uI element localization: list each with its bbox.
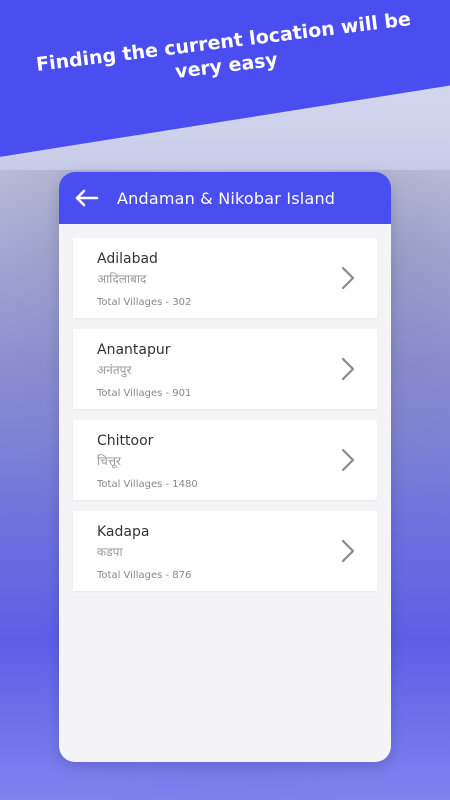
list-item-kadapa[interactable]: Kadapa कडपा Total Villages - 876: [73, 511, 377, 591]
village-count-label: Total Villages -: [97, 479, 173, 490]
district-name: Adilabad: [97, 251, 158, 267]
chevron-right-icon: [341, 539, 355, 563]
list-item-chittoor[interactable]: Chittoor चित्तूर Total Villages - 1480: [73, 420, 377, 500]
chevron-right-icon: [341, 266, 355, 290]
district-local-name: कडपा: [97, 545, 123, 559]
district-name: Kadapa: [97, 524, 150, 540]
village-count-label: Total Villages -: [97, 388, 173, 399]
district-local-name: अनंतपुर: [97, 363, 132, 377]
village-count-value: 302: [172, 297, 192, 308]
district-name: Chittoor: [97, 433, 154, 449]
district-local-name: आदिलाबाद: [97, 272, 147, 286]
district-local-name: चित्तूर: [97, 454, 121, 468]
district-list: Adilabad आदिलाबाद Total Villages - 302 A…: [59, 224, 391, 591]
village-count-label: Total Villages -: [97, 297, 173, 308]
village-count-value: 901: [172, 388, 192, 399]
village-count: Total Villages - 302: [97, 296, 377, 309]
arrow-left-icon[interactable]: [73, 188, 99, 208]
village-count-label: Total Villages -: [97, 570, 173, 581]
list-item-anantapur[interactable]: Anantapur अनंतपुर Total Villages - 901: [73, 329, 377, 409]
village-count: Total Villages - 876: [97, 569, 377, 582]
village-count: Total Villages - 1480: [97, 478, 377, 491]
chevron-right-icon: [341, 357, 355, 381]
list-item-adilabad[interactable]: Adilabad आदिलाबाद Total Villages - 302: [73, 238, 377, 318]
app-header: Andaman & Nikobar Island: [59, 172, 391, 224]
page-title: Andaman & Nikobar Island: [117, 188, 336, 208]
village-count-value: 876: [172, 570, 192, 581]
chevron-right-icon: [341, 448, 355, 472]
district-name: Anantapur: [97, 342, 171, 358]
village-count-value: 1480: [172, 479, 198, 490]
district-list-screen: Andaman & Nikobar Island Adilabad आदिलाब…: [59, 172, 391, 762]
village-count: Total Villages - 901: [97, 387, 377, 400]
